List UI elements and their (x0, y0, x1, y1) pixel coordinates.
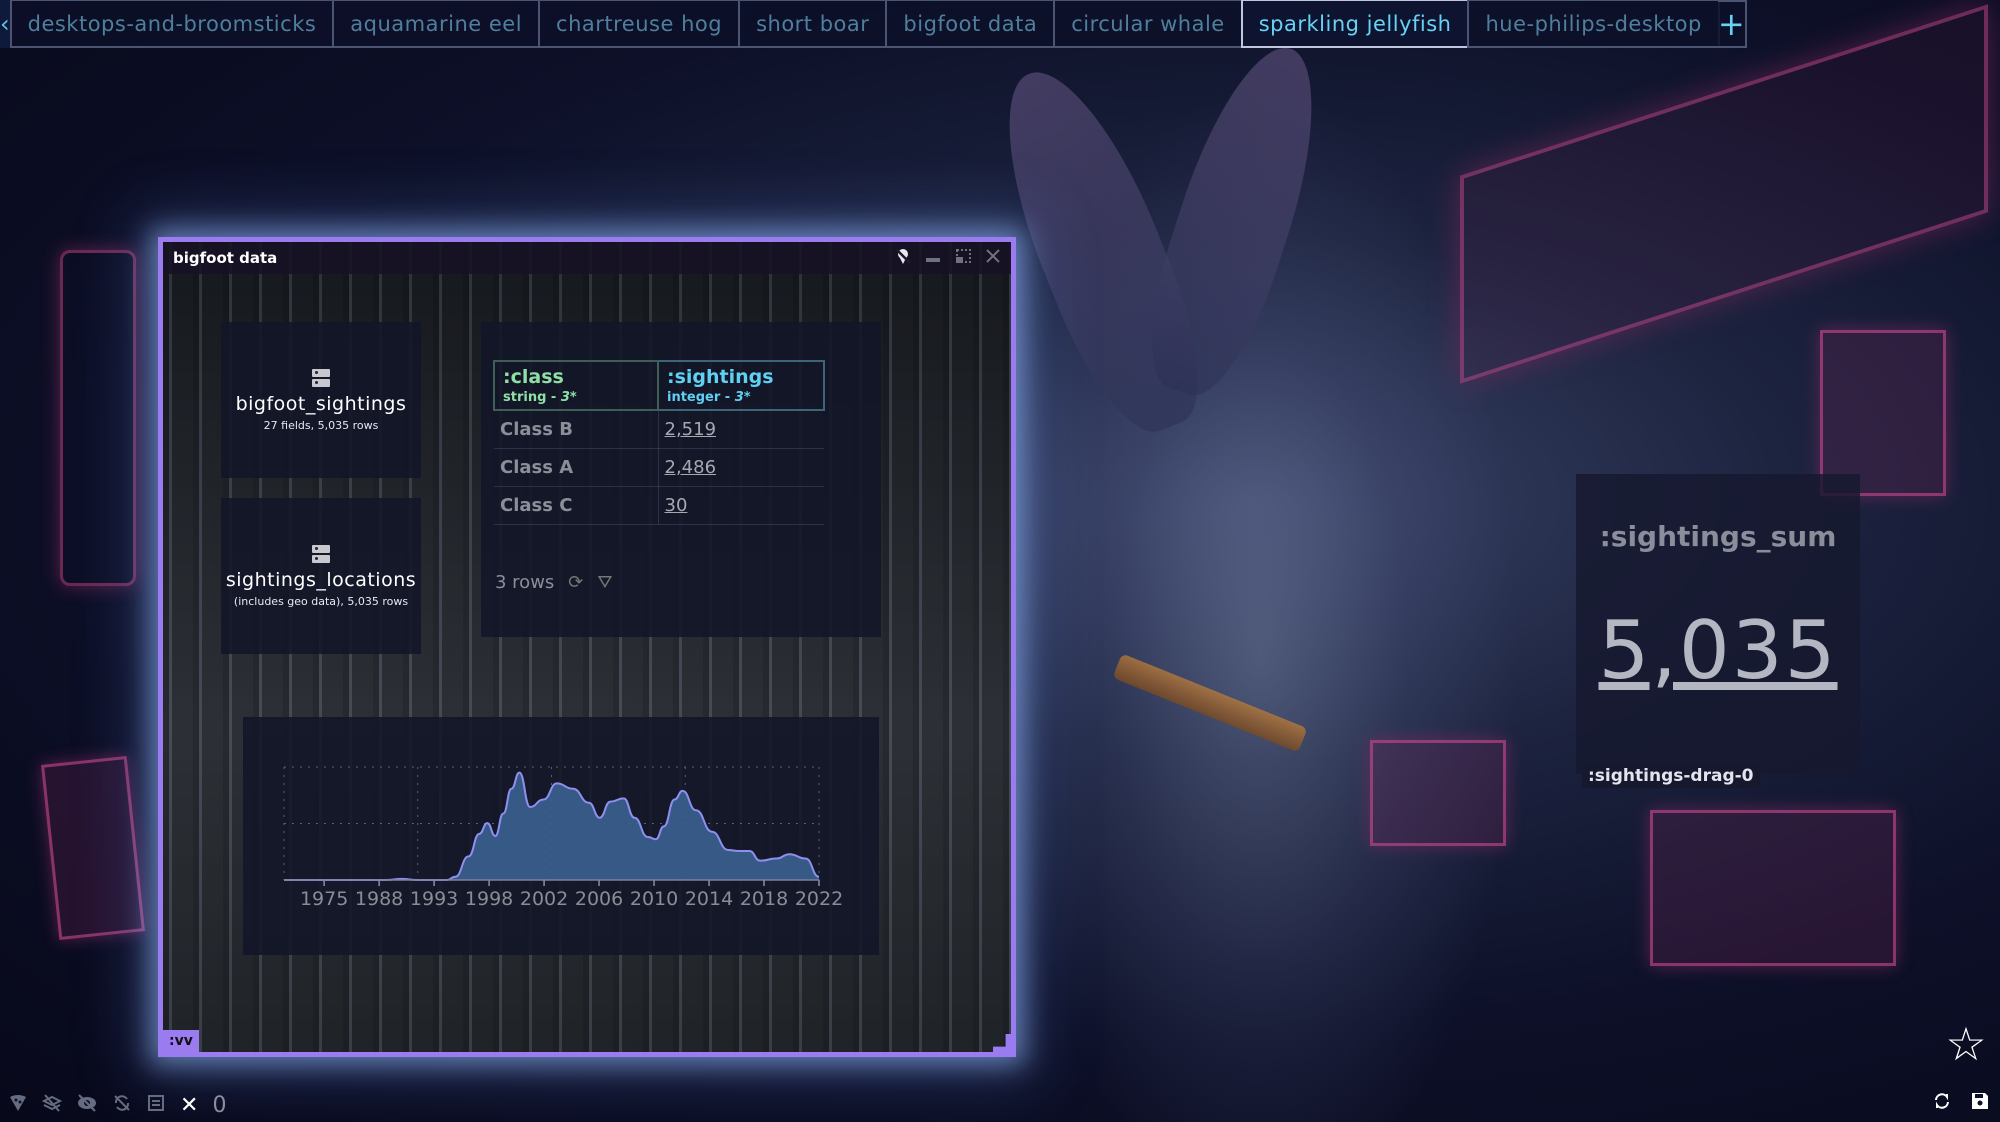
query-result-panel: :class string - 3* :sightings integer - … (481, 322, 881, 637)
column-type: string - 3* (503, 390, 577, 405)
dataset-subtitle: (includes geo data), 5,035 rows (233, 594, 409, 608)
area-chart-svg: 1975 1988 1993 1998 2002 2006 2010 2014 2018 2022 (283, 766, 843, 910)
column-header-sightings[interactable]: :sightings integer - 3* (657, 360, 825, 411)
dataset-card-bigfoot-sightings[interactable]: bigfoot_sightings 27 fields, 5,035 rows (221, 322, 421, 478)
close-icon[interactable]: ✕ (180, 1093, 198, 1118)
monitor-decoration (1370, 740, 1506, 846)
cell-sightings: 2,519 (658, 410, 824, 449)
cell-class: Class B (494, 410, 659, 449)
window-title-bar[interactable]: bigfoot data (163, 242, 1011, 274)
cell-class: Class C (494, 486, 659, 525)
add-tab-button[interactable]: + (1717, 0, 1747, 48)
cell-sightings: 2,486 (658, 448, 824, 487)
window-title: bigfoot data (173, 249, 278, 267)
x-tick-label: 2022 (795, 888, 843, 910)
monitor-decoration (41, 755, 145, 941)
x-tick-label: 2006 (575, 888, 623, 910)
x-tick-label: 1988 (355, 888, 403, 910)
tab-chartreuse-hog[interactable]: chartreuse hog (538, 0, 741, 48)
window-tag[interactable]: :vv (163, 1030, 199, 1052)
eye-off-icon[interactable] (76, 1093, 98, 1118)
tab-circular-whale[interactable]: circular whale (1053, 0, 1243, 48)
notes-icon[interactable] (146, 1093, 166, 1118)
tab-bigfoot-data[interactable]: bigfoot data (885, 0, 1056, 48)
column-name: :class (503, 366, 564, 388)
shapes-icon[interactable]: ⛛ (597, 572, 612, 593)
bigfoot-data-window: bigfoot data bigfoot_sightings 27 fields… (158, 237, 1016, 1057)
sightings-value-link[interactable]: 2,486 (665, 457, 717, 478)
monitor-decoration (1820, 330, 1946, 496)
resize-handle[interactable] (993, 1034, 1011, 1052)
save-icon[interactable] (1970, 1091, 1990, 1116)
drag-tag[interactable]: :sightings-drag-0 (1582, 764, 1760, 788)
column-type: integer - 3* (667, 390, 751, 405)
monitor-decoration (1650, 810, 1896, 966)
maximize-icon[interactable] (953, 246, 973, 266)
neon-frame-decoration (60, 250, 136, 586)
cell-sightings: 30 (658, 486, 824, 525)
cigar-decoration (1112, 653, 1308, 753)
dataset-subtitle: 27 fields, 5,035 rows (263, 418, 379, 432)
tab-sparkling-jellyfish[interactable]: sparkling jellyfish (1240, 0, 1470, 48)
sightings-sum-widget: :sightings_sum 5,035 (1576, 474, 1860, 774)
x-tick-label: 2014 (685, 888, 733, 910)
minimize-icon[interactable] (923, 246, 943, 266)
sum-label: :sightings_sum (1599, 520, 1837, 553)
status-toolbar: ✕ 0 (8, 1093, 226, 1118)
rabbit-illustration (1000, 80, 1520, 1122)
table-row: Class C 30 (494, 486, 824, 525)
sightings-value-link[interactable]: 2,519 (665, 419, 717, 440)
neon-sign-decoration (1460, 4, 1988, 384)
star-icon[interactable]: ☆ (1944, 1021, 1988, 1067)
sync-off-icon[interactable] (112, 1093, 132, 1118)
database-icon (312, 544, 330, 563)
table-row: Class A 2,486 (494, 448, 824, 487)
notification-count: 0 (212, 1093, 227, 1118)
corner-actions (1932, 1091, 1990, 1116)
x-tick-label: 1998 (465, 888, 513, 910)
dataset-name: bigfoot_sightings (235, 392, 407, 415)
dataset-name: sightings_locations (225, 568, 417, 591)
x-tick-label: 2010 (630, 888, 678, 910)
column-name: :sightings (667, 366, 774, 388)
tab-short-boar[interactable]: short boar (738, 0, 888, 48)
refresh-icon[interactable]: ⟳ (568, 572, 583, 593)
close-icon[interactable] (983, 246, 1003, 266)
x-tick-label: 1975 (300, 888, 348, 910)
pizza-icon[interactable] (8, 1093, 28, 1118)
pin-off-icon[interactable] (893, 246, 913, 266)
sightings-value-link[interactable]: 30 (665, 495, 688, 516)
back-chevron-icon[interactable]: ‹ (0, 0, 10, 48)
tab-aquamarine-eel[interactable]: aquamarine eel (332, 0, 541, 48)
row-count: 3 rows (495, 572, 555, 593)
cell-class: Class A (494, 448, 659, 487)
dataset-card-sightings-locations[interactable]: sightings_locations (includes geo data),… (221, 498, 421, 654)
tab-hue-philips-desktop[interactable]: hue-philips-desktop (1467, 0, 1720, 48)
rabbit-ear-right (1127, 31, 1343, 409)
sightings-timeline-chart: 1975 1988 1993 1998 2002 2006 2010 2014 2018 2022 (243, 717, 879, 955)
table-footer: 3 rows ⟳ ⛛ (495, 572, 613, 593)
desktop-tab-bar: ‹ desktops-and-broomsticks aquamarine ee… (0, 0, 1747, 48)
sum-value[interactable]: 5,035 (1576, 604, 1860, 697)
database-icon (312, 368, 330, 387)
tab-desktops-and-broomsticks[interactable]: desktops-and-broomsticks (9, 0, 335, 48)
table-row: Class B 2,519 (494, 410, 824, 449)
layers-off-icon[interactable] (41, 1093, 63, 1118)
refresh-icon[interactable] (1932, 1091, 1952, 1116)
x-tick-label: 2002 (520, 888, 568, 910)
x-tick-label: 1993 (410, 888, 458, 910)
column-header-class[interactable]: :class string - 3* (493, 360, 659, 411)
result-table: :class string - 3* :sightings integer - … (493, 360, 825, 525)
x-tick-label: 2018 (740, 888, 788, 910)
